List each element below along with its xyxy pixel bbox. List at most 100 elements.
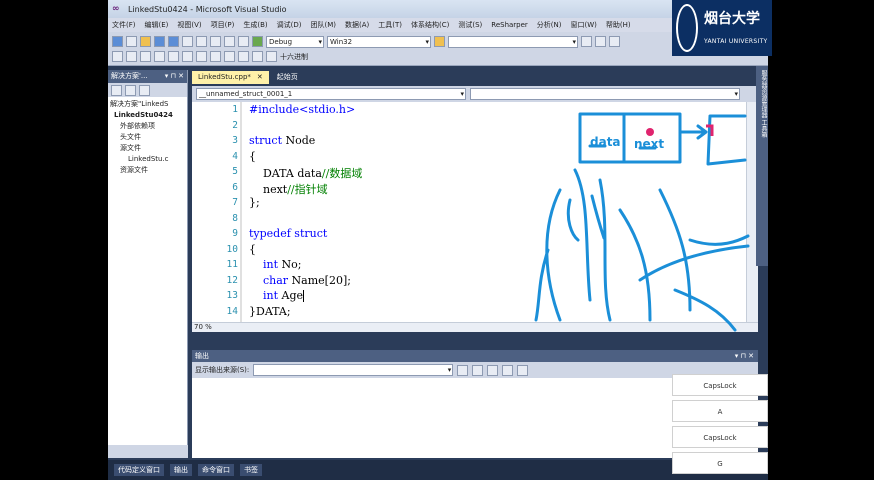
toolbox-icon[interactable] [609, 36, 620, 47]
uncomment-icon[interactable] [210, 51, 221, 62]
indent-icon[interactable] [238, 51, 249, 62]
word-wrap-icon[interactable] [517, 364, 529, 376]
menu-window[interactable]: 窗口(W) [571, 20, 597, 30]
refresh-icon[interactable] [139, 84, 150, 96]
bookmarks-tab[interactable]: 书签 [240, 464, 262, 476]
line-number: 13 [226, 290, 238, 301]
watch-icon[interactable] [266, 51, 277, 62]
close-tab-icon[interactable]: ✕ [257, 73, 263, 81]
menu-data[interactable]: 数据(A) [345, 20, 369, 30]
menu-team[interactable]: 团队(M) [310, 20, 336, 30]
line-number: 4 [232, 150, 238, 162]
member-select[interactable] [470, 88, 740, 100]
save-all-icon[interactable] [168, 36, 179, 47]
code-text: DATA data [249, 167, 322, 180]
tree-item-resource-files[interactable]: 资源文件 [110, 165, 185, 176]
next-message-icon[interactable] [487, 364, 499, 376]
properties-icon[interactable] [595, 36, 606, 47]
prev-message-icon[interactable] [472, 364, 484, 376]
debug-continue-icon[interactable] [112, 51, 123, 62]
platform-select[interactable]: Win32 [327, 35, 431, 48]
command-window-tab[interactable]: 命令窗口 [198, 464, 234, 476]
menu-help[interactable]: 帮助(H) [606, 20, 631, 30]
tree-item-source-file[interactable]: LinkedStu.c [110, 154, 185, 165]
debug-stop-icon[interactable] [140, 51, 151, 62]
tab-start-page[interactable]: 起始页 [271, 71, 304, 84]
side-tool-tabs[interactable]: 服务器资源管理器 工具箱 [756, 66, 768, 266]
code-line: }; [249, 196, 260, 209]
keystroke-capslock: CapsLock [672, 374, 768, 396]
start-debug-icon[interactable] [252, 36, 263, 47]
code-line: typedef struct [249, 227, 327, 240]
add-item-icon[interactable] [126, 36, 137, 47]
scope-select[interactable]: __unnamed_struct_0001_1 [196, 88, 466, 100]
code-line: struct Node [249, 134, 315, 147]
tree-item-source-files[interactable]: 源文件 [110, 143, 185, 154]
step-out-icon[interactable] [182, 51, 193, 62]
line-number: 3 [232, 135, 238, 146]
redo-icon[interactable] [238, 36, 249, 47]
tree-item-external-deps[interactable]: 外部依赖项 [110, 121, 185, 132]
step-into-icon[interactable] [154, 51, 165, 62]
tab-linkedstu-cpp[interactable]: LinkedStu.cpp* ✕ [192, 71, 269, 84]
hex-display-toggle[interactable]: 十六进制 [280, 52, 308, 62]
menu-test[interactable]: 测试(S) [458, 20, 482, 30]
outdent-icon[interactable] [252, 51, 263, 62]
line-number: 7 [232, 197, 238, 208]
menu-build[interactable]: 生成(B) [243, 20, 267, 30]
solution-explorer-icon[interactable] [581, 36, 592, 47]
pin-icon[interactable]: ▾ ⊓ ✕ [165, 70, 184, 83]
copy-icon[interactable] [196, 36, 207, 47]
menu-tools[interactable]: 工具(T) [378, 20, 402, 30]
menu-architecture[interactable]: 体系结构(C) [411, 20, 449, 30]
toolbar-row-standard: Debug Win32 [112, 34, 620, 49]
tree-item-header-files[interactable]: 头文件 [110, 132, 185, 143]
show-all-files-icon[interactable] [125, 84, 136, 96]
properties-icon[interactable] [111, 84, 122, 96]
paste-icon[interactable] [210, 36, 221, 47]
visual-studio-icon: ∞ [112, 4, 120, 14]
menu-resharper[interactable]: ReSharper [491, 21, 528, 29]
comment-icon[interactable] [196, 51, 207, 62]
code-definition-tab[interactable]: 代码定义窗口 [114, 464, 164, 476]
logo-english-text: YANTAI UNIVERSITY [704, 38, 768, 45]
find-icon[interactable] [434, 36, 445, 47]
horizontal-scrollbar[interactable]: 70 % [192, 322, 758, 332]
find-message-icon[interactable] [457, 364, 469, 376]
menu-view[interactable]: 视图(V) [177, 20, 201, 30]
line-number: 9 [232, 228, 238, 239]
navigation-bar: __unnamed_struct_0001_1 [192, 86, 758, 102]
code-line: }DATA; [249, 304, 291, 318]
cut-icon[interactable] [182, 36, 193, 47]
find-combo[interactable] [448, 35, 578, 48]
menu-project[interactable]: 项目(P) [211, 20, 235, 30]
window-title: LinkedStu0424 - Microsoft Visual Studio [128, 4, 287, 14]
menu-debug[interactable]: 调试(D) [277, 20, 302, 30]
pin-icon[interactable]: ▾ ⊓ ✕ [735, 350, 754, 362]
zoom-level[interactable]: 70 % [194, 323, 212, 331]
bookmark-icon[interactable] [224, 51, 235, 62]
undo-icon[interactable] [224, 36, 235, 47]
debug-pause-icon[interactable] [126, 51, 137, 62]
menu-file[interactable]: 文件(F) [112, 20, 136, 30]
toolbar-row-debug: 十六进制 [112, 49, 308, 64]
menu-analyze[interactable]: 分析(N) [537, 20, 562, 30]
comment: //数据域 [321, 167, 363, 180]
save-icon[interactable] [154, 36, 165, 47]
output-source-select[interactable] [253, 364, 454, 376]
tree-item-solution[interactable]: 解决方案"LinkedS [110, 99, 185, 110]
code-line: #include<stdio.h> [249, 103, 356, 116]
output-tab[interactable]: 输出 [170, 464, 192, 476]
step-over-icon[interactable] [168, 51, 179, 62]
configuration-select[interactable]: Debug [266, 35, 324, 48]
tree-item-project[interactable]: LinkedStu0424 [110, 110, 185, 121]
output-header: 输出 ▾ ⊓ ✕ [192, 350, 758, 362]
line-number: 8 [232, 212, 238, 224]
new-project-icon[interactable] [112, 36, 123, 47]
menu-edit[interactable]: 编辑(E) [145, 20, 169, 30]
open-icon[interactable] [140, 36, 151, 47]
code-editor[interactable]: 1 2 3 4 5 6 7 8 9 10 11 12 13 14 15 #inc… [192, 102, 758, 332]
clear-all-icon[interactable] [502, 364, 514, 376]
